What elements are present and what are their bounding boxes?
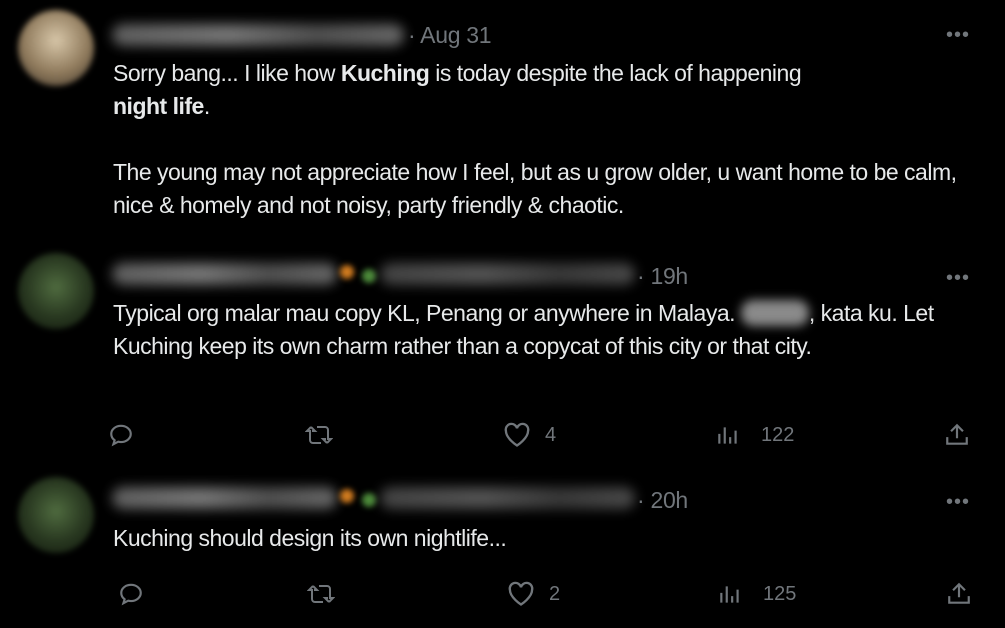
share-icon bbox=[948, 582, 970, 604]
tweet-text: Sorry bang... I like how Kuching is toda… bbox=[113, 57, 993, 123]
avatar[interactable] bbox=[18, 10, 94, 86]
text-segment: is today despite the lack of happening bbox=[429, 60, 802, 86]
reply-icon bbox=[110, 424, 132, 447]
like-count: 4 bbox=[545, 423, 557, 446]
timestamp[interactable]: · Aug 31 bbox=[408, 22, 492, 49]
share-button[interactable] bbox=[944, 422, 970, 448]
text-bold: Kuching bbox=[340, 60, 430, 86]
blurred-word bbox=[740, 300, 809, 326]
share-icon bbox=[946, 423, 968, 445]
tweet-2[interactable]: · 19h ••• Typical org malar mau copy KL,… bbox=[0, 245, 1005, 467]
tweet-text: Kuching should design its own nightlife.… bbox=[113, 525, 507, 551]
author-name-blurred[interactable] bbox=[112, 24, 404, 46]
like-button[interactable]: 2 bbox=[507, 581, 560, 607]
more-options-icon[interactable]: ••• bbox=[946, 25, 970, 45]
like-count: 2 bbox=[549, 582, 561, 605]
tweet-text-paragraph-2: The young may not appreciate how I feel,… bbox=[113, 159, 957, 218]
views-icon bbox=[718, 427, 737, 444]
author-handle-blurred[interactable] bbox=[380, 263, 635, 285]
emoji-icon bbox=[362, 269, 376, 283]
reply-icon bbox=[120, 583, 142, 606]
author-name-blurred[interactable] bbox=[112, 263, 337, 285]
reply-button[interactable] bbox=[108, 422, 134, 448]
views-count: 125 bbox=[763, 582, 797, 605]
timestamp[interactable]: · 20h bbox=[637, 487, 688, 514]
text-segment: . bbox=[203, 93, 210, 119]
retweet-button[interactable] bbox=[305, 422, 333, 448]
share-button[interactable] bbox=[946, 581, 972, 607]
tweet-3[interactable]: · 20h ••• Kuching should design its own … bbox=[0, 467, 1005, 628]
like-icon bbox=[504, 422, 530, 447]
text-segment: Typical org malar mau copy KL, Penang or… bbox=[113, 300, 741, 326]
author-handle-blurred[interactable] bbox=[380, 487, 635, 509]
tweet-1[interactable]: · Aug 31 ••• Sorry bang... I like how Ku… bbox=[0, 0, 1005, 245]
retweet-icon bbox=[307, 585, 335, 603]
avatar[interactable] bbox=[18, 477, 94, 553]
views-button[interactable]: 122 bbox=[715, 422, 794, 448]
avatar[interactable] bbox=[18, 253, 94, 329]
more-options-icon[interactable]: ••• bbox=[946, 268, 970, 288]
text-bold: night life bbox=[113, 93, 204, 119]
emoji-icon bbox=[340, 265, 354, 279]
timestamp[interactable]: · 19h bbox=[637, 263, 688, 290]
emoji-icon bbox=[362, 493, 376, 507]
emoji-icon bbox=[340, 489, 354, 503]
views-count: 122 bbox=[761, 423, 795, 446]
like-button[interactable]: 4 bbox=[503, 422, 556, 448]
views-button[interactable]: 125 bbox=[717, 581, 796, 607]
retweet-button[interactable] bbox=[307, 581, 335, 607]
text-segment: Sorry bang... I like how bbox=[113, 60, 341, 86]
retweet-icon bbox=[305, 426, 333, 444]
tweet-text: Typical org malar mau copy KL, Penang or… bbox=[113, 297, 983, 363]
author-name-blurred[interactable] bbox=[112, 487, 337, 509]
views-icon bbox=[720, 586, 739, 603]
more-options-icon[interactable]: ••• bbox=[946, 492, 970, 512]
like-icon bbox=[508, 581, 534, 606]
reply-button[interactable] bbox=[118, 581, 144, 607]
